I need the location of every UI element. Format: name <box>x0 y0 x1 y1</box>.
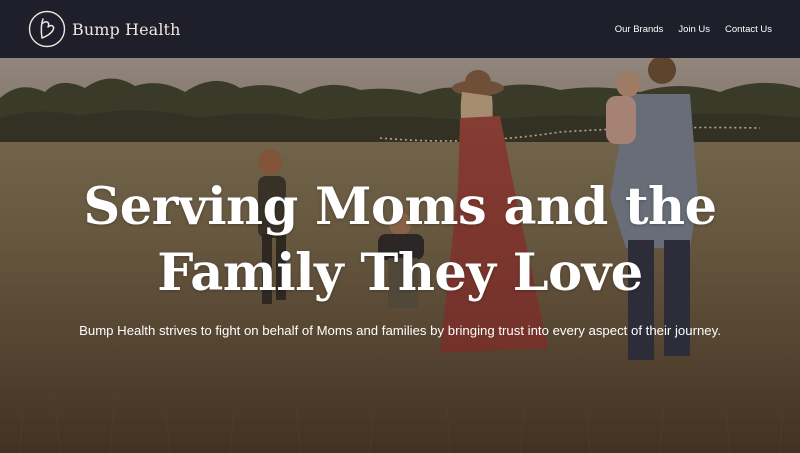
hero-title-line-2: Family They Love <box>157 243 643 303</box>
main-nav: Our Brands Join Us Contact Us <box>600 24 772 35</box>
hero-title-line-1: Serving Moms and the <box>83 177 717 237</box>
home-logo-link[interactable]: Bump Health <box>28 10 180 48</box>
brand-name: Bump Health <box>72 19 181 39</box>
hero-section: Serving Moms and the Family They Love Bu… <box>0 58 800 453</box>
nav-join-us[interactable]: Join Us <box>678 24 710 35</box>
nav-our-brands[interactable]: Our Brands <box>615 24 664 35</box>
heart-b-logo-icon <box>28 10 66 48</box>
hero-title: Serving Moms and the Family They Love <box>0 174 800 306</box>
hero-subtitle: Bump Health strives to fight on behalf o… <box>79 323 721 338</box>
nav-contact-us[interactable]: Contact Us <box>725 24 772 35</box>
site-header: Bump Health Our Brands Join Us Contact U… <box>0 0 800 58</box>
